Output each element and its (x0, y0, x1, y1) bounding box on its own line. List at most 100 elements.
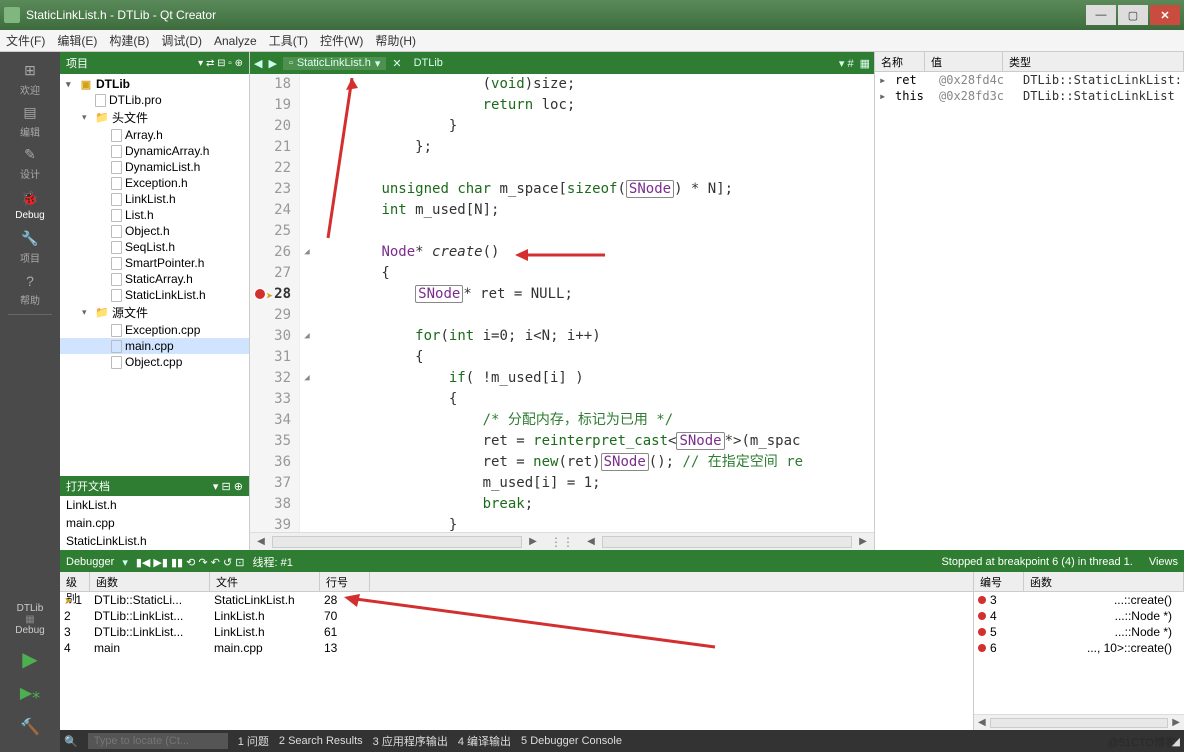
output-tab-1[interactable]: 1 问题 (238, 733, 269, 749)
window-titlebar: StaticLinkList.h - DTLib - Qt Creator — … (0, 0, 1184, 30)
editor-area: ◀ ▶ ▫ StaticLinkList.h ▾ ✕ DTLib ▾ # ▦ (250, 52, 874, 550)
file-icon: ▫ (289, 57, 293, 69)
debugger-toolbar[interactable]: ▮◀ ▶▮ ▮▮ ⟲ ↷ ↶ ↺ ⊡ (136, 556, 245, 569)
call-stack-panel[interactable]: 级别 函数 文件 行号 ➤1DTLib::StaticLi...StaticLi… (60, 572, 974, 730)
tree-item[interactable]: Object.cpp (60, 354, 249, 370)
stack-frame[interactable]: ➤1DTLib::StaticLi...StaticLinkList.h28 (60, 592, 973, 608)
variables-header: 名称 值 类型 (875, 52, 1184, 72)
menu-debug[interactable]: 调试(D) (161, 32, 202, 49)
editor-tab-context[interactable]: DTLib (408, 57, 449, 69)
设计-icon: ✎ (21, 146, 39, 164)
maximize-button[interactable]: ▢ (1118, 5, 1148, 25)
stack-frame[interactable]: 2DTLib::LinkList...LinkList.h70 (60, 608, 973, 624)
debugger-status: Stopped at breakpoint 6 (4) in thread 1. (941, 556, 1132, 568)
split-icon[interactable]: ▾ # (839, 57, 854, 70)
variables-panel: 名称 值 类型 ▸ret@0x28fd4cDTLib::StaticLinkLi… (874, 52, 1184, 550)
tree-item[interactable]: Exception.cpp (60, 322, 249, 338)
open-docs-list[interactable]: LinkList.hmain.cppStaticLinkList.h (60, 496, 249, 550)
minimize-button[interactable]: — (1086, 5, 1116, 25)
project-tree[interactable]: ▾▣DTLibDTLib.pro▾📁头文件Array.hDynamicArray… (60, 74, 249, 476)
mode-帮助[interactable]: ?帮助 (5, 268, 55, 310)
mode-Debug[interactable]: 🐞Debug (5, 184, 55, 226)
output-tab-5[interactable]: 5 Debugger Console (521, 735, 622, 747)
breakpoint-dot-icon (978, 628, 986, 636)
breakpoint-row[interactable]: 5...::Node *) (974, 624, 1184, 640)
mode-编辑[interactable]: ▤编辑 (5, 100, 55, 142)
file-icon (111, 161, 122, 174)
close-tab-icon[interactable]: ✕ (392, 57, 401, 70)
tree-item[interactable]: SmartPointer.h (60, 255, 249, 271)
run-config[interactable]: DTLib ▦ Debug (10, 599, 50, 640)
tree-item[interactable]: ▾📁头文件 (60, 108, 249, 127)
mode-欢迎[interactable]: ⊞欢迎 (5, 58, 55, 100)
open-doc-item[interactable]: StaticLinkList.h (60, 532, 249, 550)
menu-file[interactable]: 文件(F) (6, 32, 45, 49)
tree-item[interactable]: StaticArray.h (60, 271, 249, 287)
variable-row[interactable]: ▸ret@0x28fd4cDTLib::StaticLinkList::S (875, 72, 1184, 88)
output-tab-3[interactable]: 3 应用程序输出 (373, 733, 448, 749)
menu-help[interactable]: 帮助(H) (375, 32, 416, 49)
nav-forward-icon[interactable]: ▶ (268, 57, 276, 70)
breakpoint-icon[interactable] (254, 288, 266, 300)
tree-item[interactable]: List.h (60, 207, 249, 223)
tree-item[interactable]: ▾▣DTLib (60, 76, 249, 92)
locator-input[interactable] (88, 733, 228, 749)
tree-item[interactable]: main.cpp (60, 338, 249, 354)
breakpoint-dot-icon (978, 612, 986, 620)
stack-frame[interactable]: 4mainmain.cpp13 (60, 640, 973, 656)
locator-bar: 🔍 1 问题 2 Search Results 3 应用程序输出 4 编译输出 … (60, 730, 1184, 752)
stack-frame[interactable]: 3DTLib::LinkList...LinkList.h61 (60, 624, 973, 640)
fold-icon: 📁 (95, 111, 109, 125)
output-tab-4[interactable]: 4 编译输出 (458, 733, 511, 749)
menu-tools[interactable]: 工具(T) (269, 32, 308, 49)
editor-tab-active[interactable]: ▫ StaticLinkList.h ▾ (283, 57, 386, 70)
tree-item[interactable]: Array.h (60, 127, 249, 143)
menu-build[interactable]: 构建(B) (109, 32, 149, 49)
open-doc-item[interactable]: LinkList.h (60, 496, 249, 514)
code-editor[interactable]: 18192021222324252627➤2829303132333435363… (250, 74, 874, 532)
play-debug-icon: ▶⁎ (20, 683, 40, 703)
tree-item[interactable]: DynamicList.h (60, 159, 249, 175)
debugger-header: Debugger ▾ ▮◀ ▶▮ ▮▮ ⟲ ↷ ↶ ↺ ⊡ 线程: #1 Sto… (60, 552, 1184, 572)
breakpoint-row[interactable]: 4...::Node *) (974, 608, 1184, 624)
fold-icon: 📁 (95, 306, 109, 320)
build-button[interactable]: 🔨 (10, 712, 50, 742)
tree-item[interactable]: Object.h (60, 223, 249, 239)
menu-bar: 文件(F) 编辑(E) 构建(B) 调试(D) Analyze 工具(T) 控件… (0, 30, 1184, 52)
menu-analyze[interactable]: Analyze (214, 34, 257, 48)
tree-item[interactable]: LinkList.h (60, 191, 249, 207)
tree-item[interactable]: DTLib.pro (60, 92, 249, 108)
Debug-icon: 🐞 (21, 190, 39, 208)
tree-item[interactable]: Exception.h (60, 175, 249, 191)
mode-项目[interactable]: 🔧项目 (5, 226, 55, 268)
file-icon (111, 241, 122, 254)
close-button[interactable]: ✕ (1150, 5, 1180, 25)
bp-horizontal-scrollbar[interactable]: ◀▶ (974, 714, 1184, 730)
variable-row[interactable]: ▸this@0x28fd3cDTLib::StaticLinkList (875, 88, 1184, 104)
project-panel-header: 项目 ▾ ⇄ ⊟ ▫ ⊕ (60, 52, 249, 74)
menu-edit[interactable]: 编辑(E) (57, 32, 97, 49)
editor-horizontal-scrollbar[interactable]: ◀▶ ⋮⋮ ◀▶ (250, 532, 874, 550)
项目-icon: 🔧 (21, 230, 39, 248)
breakpoint-row[interactable]: 6..., 10>::create() (974, 640, 1184, 656)
mode-设计[interactable]: ✎设计 (5, 142, 55, 184)
breakpoint-row[interactable]: 3...::create() (974, 592, 1184, 608)
tree-item[interactable]: SeqList.h (60, 239, 249, 255)
run-debug-button[interactable]: ▶⁎ (10, 678, 50, 708)
hammer-icon: 🔨 (20, 717, 40, 737)
sidebar-toggle-icon[interactable]: ▦ (860, 57, 870, 70)
variables-list[interactable]: ▸ret@0x28fd4cDTLib::StaticLinkList::S▸th… (875, 72, 1184, 104)
menu-widgets[interactable]: 控件(W) (320, 32, 363, 49)
file-icon (111, 129, 122, 142)
file-icon (111, 209, 122, 222)
tree-item[interactable]: ▾📁源文件 (60, 303, 249, 322)
breakpoints-panel[interactable]: 编号 函数 3...::create()4...::Node *)5...::N… (974, 572, 1184, 730)
file-icon (95, 94, 106, 107)
project-panel: 项目 ▾ ⇄ ⊟ ▫ ⊕ ▾▣DTLibDTLib.pro▾📁头文件Array.… (60, 52, 250, 550)
nav-back-icon[interactable]: ◀ (254, 57, 262, 70)
output-tab-2[interactable]: 2 Search Results (279, 735, 363, 747)
open-doc-item[interactable]: main.cpp (60, 514, 249, 532)
tree-item[interactable]: DynamicArray.h (60, 143, 249, 159)
tree-item[interactable]: StaticLinkList.h (60, 287, 249, 303)
run-button[interactable]: ▶ (10, 644, 50, 674)
